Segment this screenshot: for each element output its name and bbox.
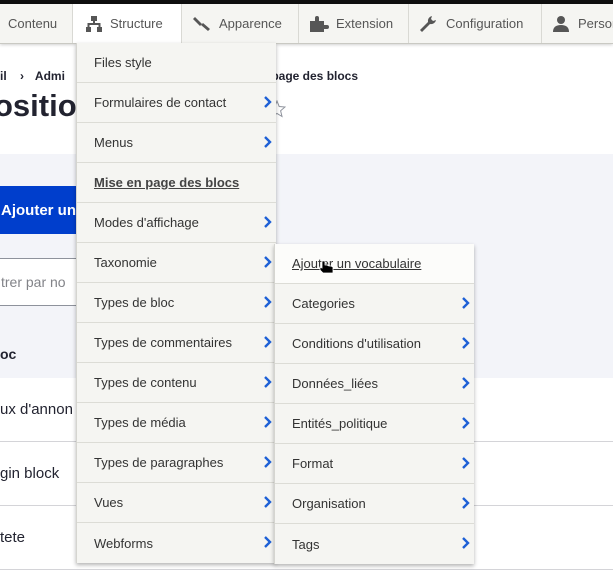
submenu-item-terms-of-use[interactable]: Conditions d'utilisation xyxy=(275,324,474,364)
chevron-right-icon xyxy=(264,336,272,348)
chevron-right-icon xyxy=(264,376,272,388)
menu-item-label: Mise en page des blocs xyxy=(94,175,240,190)
menu-item-label: Webforms xyxy=(94,535,153,551)
filter-input[interactable]: trer par no xyxy=(0,258,80,306)
toolbar-item-label: Extension xyxy=(336,16,394,31)
toolbar-item-label: Structure xyxy=(110,16,163,31)
wrench-icon xyxy=(420,15,436,32)
menu-item-label: Types de bloc xyxy=(94,295,175,310)
chevron-right-icon xyxy=(462,457,470,469)
chevron-right-icon xyxy=(264,536,272,548)
toolbar-item-appearance[interactable]: Apparence xyxy=(182,4,299,43)
chevron-right-icon xyxy=(264,256,272,268)
menu-item-label: Types de paragraphes xyxy=(94,455,224,470)
menu-item-display-modes[interactable]: Modes d'affichage xyxy=(77,203,276,243)
toolbar-item-configuration[interactable]: Configuration xyxy=(409,4,542,43)
menu-item-label: Menus xyxy=(94,135,134,150)
menu-item-paragraph-types[interactable]: Types de paragraphes xyxy=(77,443,276,483)
breadcrumb-separator: › xyxy=(20,69,25,83)
toolbar-item-label: Apparence xyxy=(219,16,282,31)
menu-item-label: Categories xyxy=(292,296,355,311)
toolbar-item-label: Person xyxy=(578,16,613,31)
submenu-item-political-entities[interactable]: Entités_politique xyxy=(275,404,474,444)
toolbar-item-people[interactable]: Person xyxy=(542,4,613,43)
person-icon xyxy=(553,15,569,32)
menu-item-block-layout[interactable]: Mise en page des blocs xyxy=(77,163,276,203)
toolbar-item-structure[interactable]: Structure xyxy=(73,4,182,43)
menu-item-label: Données_liées xyxy=(292,376,379,391)
chevron-right-icon xyxy=(264,456,272,468)
submenu-item-organisation[interactable]: Organisation xyxy=(275,484,474,524)
menu-item-menus[interactable]: Menus xyxy=(77,123,276,163)
admin-toolbar: Contenu Structure Apparence Extension Co… xyxy=(0,4,613,44)
breadcrumb-home[interactable]: il xyxy=(0,69,7,83)
menu-item-label: Formulaires de contact xyxy=(94,95,227,110)
menu-item-label: Modes d'affichage xyxy=(94,215,199,230)
chevron-right-icon xyxy=(462,297,470,309)
page-title: ositio xyxy=(0,88,77,123)
menu-item-comment-types[interactable]: Types de commentaires xyxy=(77,323,276,363)
chevron-right-icon xyxy=(462,537,470,549)
paintbrush-icon xyxy=(193,16,210,31)
submenu-item-linked-data[interactable]: Données_liées xyxy=(275,364,474,404)
menu-item-label: Format xyxy=(292,456,334,471)
menu-item-content-types[interactable]: Types de contenu xyxy=(77,363,276,403)
menu-item-label: Types de commentaires xyxy=(94,335,233,350)
menu-item-label: Conditions d'utilisation xyxy=(292,336,421,351)
chevron-right-icon xyxy=(264,296,272,308)
menu-item-label: Tags xyxy=(292,536,320,552)
submenu-item-format[interactable]: Format xyxy=(275,444,474,484)
structure-dropdown-menu: Files style Formulaires de contact Menus… xyxy=(76,43,276,563)
menu-item-label: Organisation xyxy=(292,496,366,511)
submenu-item-categories[interactable]: Categories xyxy=(275,284,474,324)
chevron-right-icon xyxy=(462,417,470,429)
menu-item-label: Taxonomie xyxy=(94,255,157,270)
hand-cursor-icon xyxy=(319,260,334,274)
chevron-right-icon xyxy=(264,416,272,428)
breadcrumb: il › Admi xyxy=(0,69,65,83)
toolbar-item-content[interactable]: Contenu xyxy=(0,4,73,43)
menu-item-label: Ajouter un vocabulaire xyxy=(292,256,422,271)
menu-item-contact-forms[interactable]: Formulaires de contact xyxy=(77,83,276,123)
menu-item-taxonomy[interactable]: Taxonomie xyxy=(77,243,276,283)
menu-item-label: Types de contenu xyxy=(94,375,197,390)
toolbar-item-label: Contenu xyxy=(8,16,58,31)
chevron-right-icon xyxy=(462,377,470,389)
chevron-right-icon xyxy=(462,337,470,349)
chevron-right-icon xyxy=(264,136,272,148)
menu-item-views[interactable]: Vues xyxy=(77,483,276,523)
menu-item-label: Types de média xyxy=(94,415,186,430)
chevron-right-icon xyxy=(264,96,272,108)
toolbar-item-label: Configuration xyxy=(446,16,524,31)
menu-item-label: Files style xyxy=(94,55,152,70)
taxonomy-submenu: Ajouter un vocabulaire Categories Condit… xyxy=(274,244,474,564)
menu-item-block-types[interactable]: Types de bloc xyxy=(77,283,276,323)
menu-item-media-types[interactable]: Types de média xyxy=(77,403,276,443)
structure-icon xyxy=(86,15,102,32)
submenu-item-add-vocabulary[interactable]: Ajouter un vocabulaire xyxy=(275,244,474,284)
menu-item-files-style[interactable]: Files style xyxy=(77,43,276,83)
breadcrumb-admin[interactable]: Admi xyxy=(35,69,65,83)
submenu-item-tags[interactable]: Tags xyxy=(275,524,474,564)
chevron-right-icon xyxy=(462,497,470,509)
chevron-right-icon xyxy=(264,496,272,508)
menu-item-webforms[interactable]: Webforms xyxy=(77,523,276,563)
menu-item-label: Vues xyxy=(94,495,124,510)
puzzle-icon xyxy=(310,15,329,32)
chevron-right-icon xyxy=(264,216,272,228)
menu-item-label: Entités_politique xyxy=(292,416,388,431)
toolbar-item-extension[interactable]: Extension xyxy=(299,4,409,43)
